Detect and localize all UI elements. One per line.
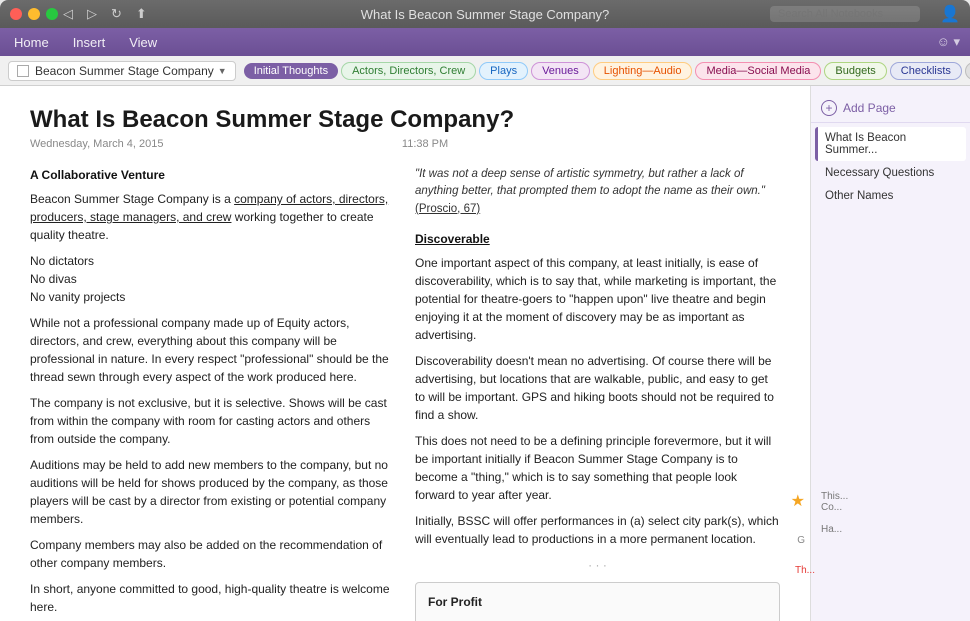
partial-item-1: This...Co... xyxy=(821,491,960,513)
add-page-icon: + xyxy=(821,100,837,116)
nav-icons: ◁ ▷ ↻ ⬆ xyxy=(60,6,150,22)
sidebar-page-necessary-label: Necessary Questions xyxy=(825,167,934,179)
window-controls xyxy=(10,8,58,20)
two-column-layout: A Collaborative Venture Beacon Summer St… xyxy=(30,166,780,621)
heading-collaborative: A Collaborative Venture xyxy=(30,166,395,184)
quote-block: "It was not a deep sense of artistic sym… xyxy=(415,166,780,218)
tab-venues[interactable]: Venues xyxy=(531,62,590,80)
nav-home[interactable]: Home xyxy=(10,33,53,52)
tab-plays[interactable]: Plays xyxy=(479,62,528,80)
maximize-button[interactable] xyxy=(46,8,58,20)
tab-miscellaneous[interactable]: Miscellaneous xyxy=(965,62,970,80)
forward-icon[interactable]: ▷ xyxy=(84,6,100,22)
sidebar-star-icon: ★ xyxy=(791,493,805,510)
date-text: Wednesday, March 4, 2015 xyxy=(30,138,164,150)
sidebar-page-necessary[interactable]: Necessary Questions xyxy=(815,162,966,184)
close-button[interactable] xyxy=(10,8,22,20)
document-date: Wednesday, March 4, 2015 11:38 PM xyxy=(30,138,780,150)
right-sidebar: + Add Page What Is Beacon Summer... Nece… xyxy=(810,86,970,621)
tab-lighting[interactable]: Lighting—Audio xyxy=(593,62,693,80)
add-page-button[interactable]: + Add Page xyxy=(811,94,970,123)
para-recommendation: Company members may also be added on the… xyxy=(30,536,395,572)
heading-discoverable: Discoverable xyxy=(415,230,780,248)
add-page-label: Add Page xyxy=(843,101,896,115)
right-column: "It was not a deep sense of artistic sym… xyxy=(415,166,780,621)
nav-view[interactable]: View xyxy=(125,33,161,52)
tab-actors[interactable]: Actors, Directors, Crew xyxy=(341,62,476,80)
window-title: What Is Beacon Summer Stage Company? xyxy=(361,7,610,22)
sidebar-page-what-is[interactable]: What Is Beacon Summer... xyxy=(815,127,966,161)
notebook-checkbox xyxy=(17,65,29,77)
title-bar: ◁ ▷ ↻ ⬆ What Is Beacon Summer Stage Comp… xyxy=(0,0,970,28)
main-area: What Is Beacon Summer Stage Company? Wed… xyxy=(0,86,970,621)
para-auditions: Auditions may be held to add new members… xyxy=(30,456,395,528)
para-discover-4: Initially, BSSC will offer performances … xyxy=(415,512,780,548)
account-icon[interactable]: ☺ ▾ xyxy=(937,34,960,50)
para-no-dictators: No dictatorsNo divasNo vanity projects xyxy=(30,252,395,306)
quote-text: "It was not a deep sense of artistic sym… xyxy=(415,168,765,197)
underline-company: company of actors, directors, producers,… xyxy=(30,192,388,224)
tab-media[interactable]: Media—Social Media xyxy=(695,62,821,80)
document-title: What Is Beacon Summer Stage Company? xyxy=(30,106,780,134)
th-annotation: Th... xyxy=(795,565,815,576)
partial-item-2: Ha... xyxy=(821,524,960,535)
para-discover-3: This does not need to be a defining prin… xyxy=(415,432,780,504)
divider: · · · xyxy=(415,556,780,574)
tab-initial-thoughts[interactable]: Initial Thoughts xyxy=(244,63,338,79)
tabs-container: Initial Thoughts Actors, Directors, Crew… xyxy=(244,62,970,80)
tab-budgets[interactable]: Budgets xyxy=(824,62,886,80)
back-icon[interactable]: ◁ xyxy=(60,6,76,22)
notebook-title[interactable]: Beacon Summer Stage Company ▼ xyxy=(8,61,236,81)
share-icon[interactable]: ⬆ xyxy=(133,6,150,22)
nav-bar: Home Insert View ☺ ▾ xyxy=(0,28,970,56)
para-selective: The company is not exclusive, but it is … xyxy=(30,394,395,448)
quote-source: (Proscio, 67) xyxy=(415,203,480,215)
para-discover-2: Discoverability doesn't mean no advertis… xyxy=(415,352,780,424)
para-welcome: In short, anyone committed to good, high… xyxy=(30,580,395,616)
sync-icon[interactable]: ↻ xyxy=(108,6,125,22)
para-discover-1: One important aspect of this company, at… xyxy=(415,254,780,344)
notebook-bar: Beacon Summer Stage Company ▼ Initial Th… xyxy=(0,56,970,86)
sidebar-partial-content: This...Co... Ha... xyxy=(811,487,970,539)
left-column: A Collaborative Venture Beacon Summer St… xyxy=(30,166,395,621)
sidebar-page-other-names[interactable]: Other Names xyxy=(815,185,966,207)
time-text: 11:38 PM xyxy=(402,138,448,150)
para-collaborative-1: Beacon Summer Stage Company is a company… xyxy=(30,190,395,244)
star-annotation: ★ xyxy=(791,491,805,511)
minimize-button[interactable] xyxy=(28,8,40,20)
document-area[interactable]: What Is Beacon Summer Stage Company? Wed… xyxy=(0,86,810,621)
user-icon[interactable]: 👤 xyxy=(940,4,960,24)
sidebar-page-other-names-label: Other Names xyxy=(825,190,893,202)
callout-for-profit: For Profit Nope, not saying anyone's goi… xyxy=(415,582,780,621)
nav-insert[interactable]: Insert xyxy=(69,33,110,52)
callout-heading: For Profit xyxy=(428,593,767,611)
tab-checklists[interactable]: Checklists xyxy=(890,62,962,80)
dropdown-arrow-icon: ▼ xyxy=(218,66,227,76)
notebook-name: Beacon Summer Stage Company xyxy=(35,64,214,78)
g-annotation: G xyxy=(797,535,805,546)
search-input[interactable] xyxy=(770,6,920,22)
callout-para-1: Nope, not saying anyone's going to get r… xyxy=(428,617,767,621)
para-professional: While not a professional company made up… xyxy=(30,314,395,386)
sidebar-page-what-is-label: What Is Beacon Summer... xyxy=(825,132,906,156)
